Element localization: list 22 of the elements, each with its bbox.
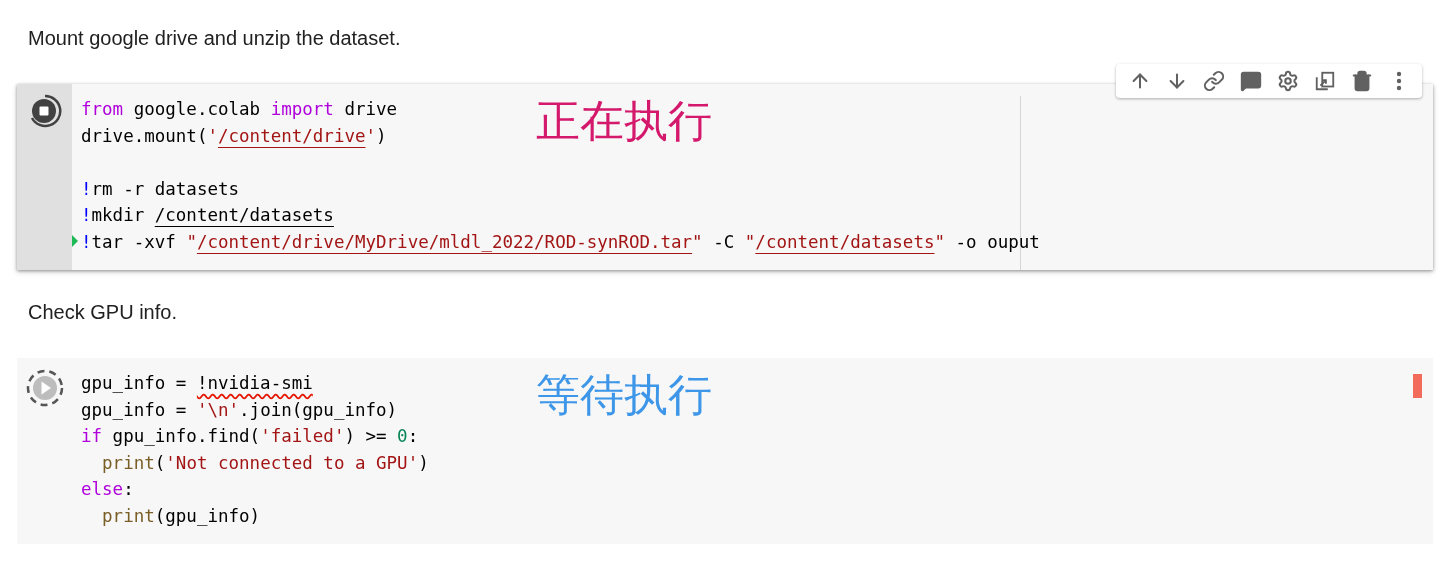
code-line: drive.mount('/content/drive'): [81, 124, 387, 148]
comment-icon: [1239, 70, 1262, 92]
settings-icon: [1276, 70, 1299, 92]
more-icon: [1395, 71, 1402, 91]
code-line: !tar -xvf "/content/drive/MyDrive/mldl_2022/ROD-synROD.tar" -C "/content/datasets" -o ouput: [81, 228, 1040, 255]
markdown-text: Mount google drive and unzip the dataset.: [28, 26, 402, 51]
code-line: print(gpu_info): [101, 504, 261, 528]
code-line: from google.colab import drive: [81, 98, 398, 121]
mirror-cell-icon: [1313, 70, 1336, 92]
code-line: !rm -r datasets: [81, 177, 240, 201]
play-icon[interactable]: [24, 368, 65, 408]
code-line: !mkdir /content/datasets: [81, 204, 334, 227]
code-line: if gpu_info.find('failed') >= 0:: [81, 425, 419, 448]
code-line: else:: [81, 478, 134, 501]
code-line: gpu_info = '\n'.join(gpu_info): [81, 398, 398, 422]
code-line: print('Not connected to a GPU'): [101, 451, 429, 475]
trash-icon: [1350, 70, 1373, 92]
code-line: gpu_info = !nvidia-smi: [81, 372, 313, 395]
link-icon: [1202, 70, 1225, 92]
status-annotation: 等待执行: [536, 368, 712, 422]
status-annotation: 正在执行: [536, 94, 712, 148]
markdown-text: Check GPU info.: [28, 300, 178, 325]
